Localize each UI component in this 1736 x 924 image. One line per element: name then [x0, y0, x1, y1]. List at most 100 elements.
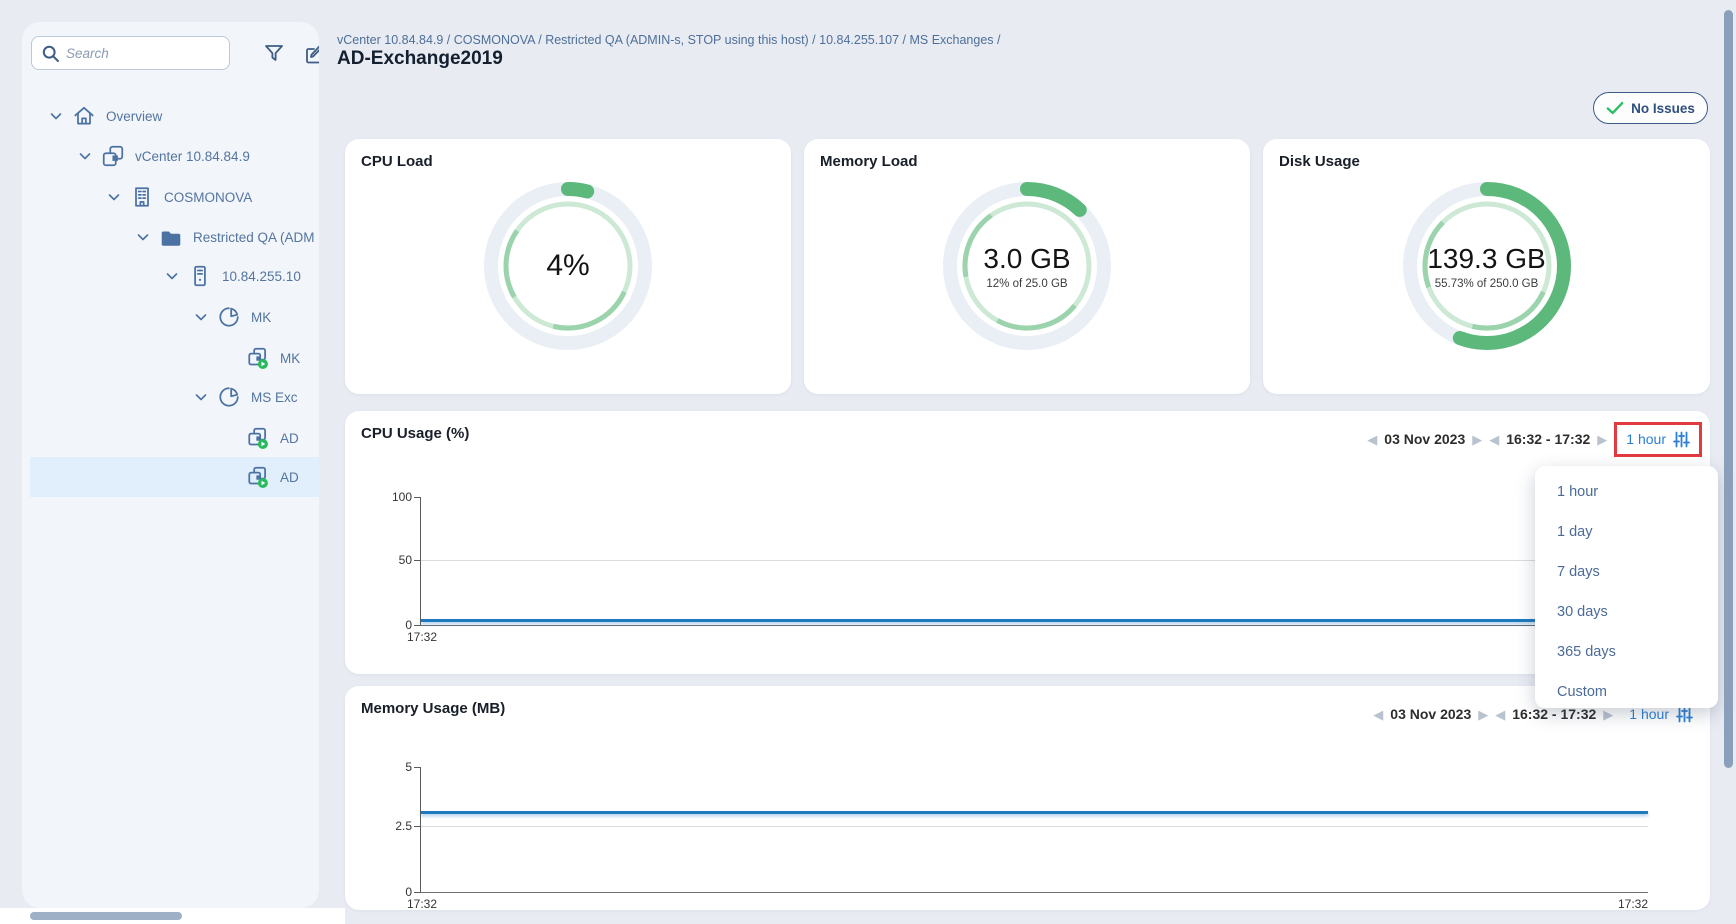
gauge-value: 139.3 GB: [1427, 243, 1545, 275]
tree-item-label: AD: [280, 431, 299, 446]
sidebar-item-ad-vm-selected[interactable]: AD: [30, 457, 319, 497]
disk-usage-card: Disk Usage 139.3 GB 55.73% of 250.0 GB: [1263, 139, 1710, 394]
next-date-button[interactable]: ▶: [1472, 433, 1482, 446]
app-window: Overview vCenter 10.84.84.9 COSMONOVA Re…: [0, 0, 1736, 924]
chevron-down-icon[interactable]: [166, 271, 180, 281]
vm-icon: [246, 465, 270, 489]
check-icon: [1606, 100, 1624, 116]
sidebar-item-mk-vm[interactable]: MK: [30, 338, 319, 378]
time-range-label: 16:32 - 17:32: [1506, 431, 1590, 447]
tree-item-label: vCenter 10.84.84.9: [135, 149, 250, 164]
vm-icon: [246, 426, 270, 450]
prev-time-button[interactable]: ◀: [1489, 433, 1499, 446]
y-axis: [420, 497, 421, 625]
period-option-30-days[interactable]: 30 days: [1535, 592, 1718, 632]
sliders-icon: [1673, 431, 1690, 448]
sidebar-item-cosmonova[interactable]: COSMONOVA: [30, 177, 319, 217]
y-tick-label: 100: [367, 490, 412, 504]
period-option-7-days[interactable]: 7 days: [1535, 552, 1718, 592]
vm-icon: [246, 346, 270, 370]
x-axis: [420, 625, 1648, 626]
home-icon: [72, 104, 96, 128]
chart-title: Memory Usage (MB): [361, 700, 505, 717]
gauge-subtext: 55.73% of 250.0 GB: [1435, 278, 1539, 290]
datacenter-icon: [130, 185, 154, 209]
x-tick-label: 17:32: [1600, 897, 1648, 911]
period-selector[interactable]: 1 hour: [1614, 422, 1702, 457]
chart-title: CPU Usage (%): [361, 425, 469, 442]
vertical-scrollbar[interactable]: [1724, 10, 1733, 768]
memory-usage-chart-card: Memory Usage (MB) ◀ 03 Nov 2023 ▶ ◀ 16:3…: [345, 686, 1710, 910]
search-input[interactable]: [66, 38, 224, 68]
card-title: CPU Load: [361, 153, 433, 170]
y-tick-label: 0: [367, 885, 412, 899]
x-axis: [420, 892, 1648, 893]
tree-item-label: AD: [280, 470, 299, 485]
gauge-subtext: 12% of 25.0 GB: [986, 278, 1067, 290]
memory-usage-line: [421, 811, 1648, 814]
card-title: Disk Usage: [1279, 153, 1360, 170]
gridline-50: [421, 560, 1648, 561]
prev-date-button[interactable]: ◀: [1373, 708, 1383, 721]
sidebar-item-host-10-84-255-107[interactable]: 10.84.255.10: [30, 256, 319, 296]
memory-load-gauge: 3.0 GB 12% of 25.0 GB: [935, 174, 1119, 358]
tree-item-label: Overview: [106, 109, 162, 124]
date-label: 03 Nov 2023: [1384, 431, 1465, 447]
tree-item-label: MK: [251, 310, 271, 325]
date-label: 03 Nov 2023: [1390, 706, 1471, 722]
y-tick-label: 2.5: [367, 819, 412, 833]
gauge-value: 4%: [546, 249, 589, 283]
gauge-value: 3.0 GB: [983, 243, 1070, 275]
card-title: Memory Load: [820, 153, 918, 170]
next-time-button[interactable]: ▶: [1597, 433, 1607, 446]
edit-button[interactable]: [303, 42, 319, 66]
period-option-365-days[interactable]: 365 days: [1535, 632, 1718, 672]
period-option-1-day[interactable]: 1 day: [1535, 512, 1718, 552]
memory-load-card: Memory Load 3.0 GB 12% of 25.0 GB: [804, 139, 1250, 394]
period-option-1-hour[interactable]: 1 hour: [1535, 472, 1718, 512]
tree-item-label: COSMONOVA: [164, 190, 252, 205]
navigation-tree: Overview vCenter 10.84.84.9 COSMONOVA Re…: [22, 74, 319, 894]
cpu-usage-line: [421, 619, 1648, 622]
prev-date-button[interactable]: ◀: [1367, 433, 1377, 446]
navigation-sidebar: Overview vCenter 10.84.84.9 COSMONOVA Re…: [22, 22, 319, 908]
resource-pool-icon: [217, 305, 241, 329]
sidebar-item-mk-group[interactable]: MK: [30, 297, 319, 337]
period-option-custom[interactable]: Custom: [1535, 672, 1718, 712]
sidebar-item-vcenter[interactable]: vCenter 10.84.84.9: [30, 136, 319, 176]
gridline-2-5: [421, 826, 1648, 827]
filter-icon: [262, 42, 286, 66]
sidebar-item-ms-exchanges[interactable]: MS Exc: [30, 377, 319, 417]
disk-usage-gauge: 139.3 GB 55.73% of 250.0 GB: [1395, 174, 1579, 358]
host-icon: [188, 264, 212, 288]
resource-pool-icon: [217, 385, 241, 409]
vcenter-icon: [101, 144, 125, 168]
chevron-down-icon[interactable]: [108, 192, 122, 202]
x-tick-label: 17:32: [407, 897, 437, 911]
cpu-usage-chart-card: CPU Usage (%) ◀ 03 Nov 2023 ▶ ◀ 16:32 - …: [345, 411, 1710, 674]
tree-item-label: 10.84.255.10: [222, 269, 301, 284]
cpu-chart-date-nav: ◀ 03 Nov 2023 ▶ ◀ 16:32 - 17:32 ▶ 1 hour: [1367, 421, 1702, 457]
y-tick-label: 5: [367, 760, 412, 774]
folder-icon: [159, 225, 183, 249]
search-icon: [41, 44, 61, 64]
breadcrumb[interactable]: vCenter 10.84.84.9 / COSMONOVA / Restric…: [337, 33, 1517, 47]
chevron-down-icon[interactable]: [50, 111, 64, 121]
next-date-button[interactable]: ▶: [1478, 708, 1488, 721]
x-tick-label: 17:32: [407, 630, 437, 644]
sidebar-item-overview[interactable]: Overview: [30, 96, 319, 136]
filter-button[interactable]: [262, 42, 286, 66]
chevron-down-icon[interactable]: [195, 392, 209, 402]
sidebar-item-ad-vm-1[interactable]: AD: [30, 418, 319, 458]
page-title: AD-Exchange2019: [337, 48, 503, 70]
tree-item-label: MS Exc: [251, 390, 298, 405]
chevron-down-icon[interactable]: [137, 232, 151, 242]
prev-time-button[interactable]: ◀: [1495, 708, 1505, 721]
search-box[interactable]: [31, 36, 230, 70]
chevron-down-icon[interactable]: [79, 151, 93, 161]
horizontal-scrollbar[interactable]: [30, 912, 182, 920]
period-label: 1 hour: [1626, 431, 1666, 447]
sidebar-item-restricted-qa[interactable]: Restricted QA (ADM: [30, 217, 319, 257]
chevron-down-icon[interactable]: [195, 312, 209, 322]
cpu-load-gauge: 4%: [476, 174, 660, 358]
